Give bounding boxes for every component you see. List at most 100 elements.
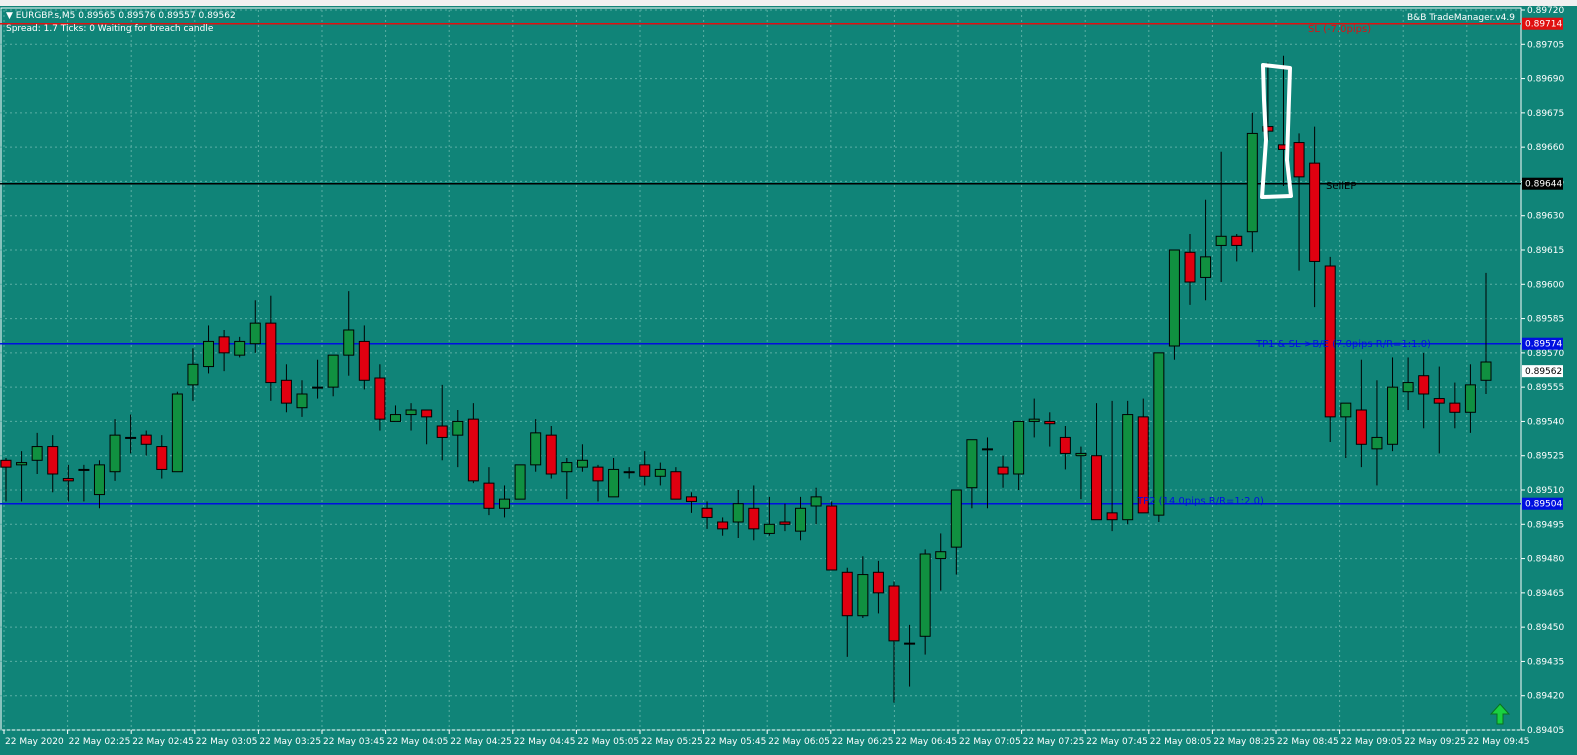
x-tick-label: 22 May 02:25 <box>69 737 131 747</box>
y-tick-label: 0.89720 <box>1527 6 1564 16</box>
candle-body <box>1059 436 1071 454</box>
candle-body <box>1200 256 1212 278</box>
price-chart[interactable]: 0.89720 0.89705 0.89690 0.89675 0.89660 0.896… <box>0 0 1577 755</box>
x-tick-label: 22 May 06:45 <box>895 737 957 747</box>
candle-body <box>795 507 807 532</box>
candle-body <box>1168 249 1180 347</box>
candle-body <box>1246 132 1258 233</box>
candle-body <box>1153 352 1165 516</box>
candle-body <box>156 446 168 470</box>
x-tick-label: 22 May 03:25 <box>259 737 321 747</box>
y-tick-label: 0.89690 <box>1527 75 1564 85</box>
candle-body <box>452 420 464 436</box>
y-tick-label: 0.89540 <box>1527 417 1564 427</box>
candle-body <box>1418 375 1430 395</box>
candle-body <box>1480 361 1492 381</box>
candle-body <box>810 496 822 507</box>
x-tick-label: 22 May 03:05 <box>196 737 258 747</box>
candle-body <box>140 434 152 445</box>
y-tick-label: 0.89660 <box>1527 143 1564 153</box>
x-tick-label: 22 May 05:25 <box>641 737 703 747</box>
y-tick-label: 0.89555 <box>1527 383 1564 393</box>
candle-body <box>31 446 43 461</box>
symbol-info-text: EURGBP.s,M5 0.89565 0.89576 0.89557 0.89… <box>15 11 236 21</box>
y-tick-label: 0.89705 <box>1527 40 1564 50</box>
candle-body <box>966 439 978 489</box>
candle-body <box>935 551 947 560</box>
y-tick-label: 0.89405 <box>1527 726 1564 736</box>
x-tick-label: 22 May 04:05 <box>387 737 449 747</box>
y-tick-label: 0.89450 <box>1527 623 1564 633</box>
candle-body <box>545 434 557 475</box>
candle-body <box>343 329 355 356</box>
dropdown-triangle-icon[interactable]: ▼ <box>6 11 13 21</box>
candle-body <box>499 498 511 509</box>
candle-body <box>1433 398 1445 404</box>
candle-body <box>841 571 853 617</box>
y-tick-label: 0.89480 <box>1527 555 1564 565</box>
candle-body <box>62 478 74 482</box>
x-tick-label: 22 May 08:45 <box>1277 737 1339 747</box>
candle-body <box>1231 235 1243 246</box>
candle-body <box>997 466 1009 475</box>
candle-body <box>0 459 12 468</box>
candle-body <box>203 340 215 368</box>
x-tick-label: 22 May 07:25 <box>1023 737 1085 747</box>
candle-body <box>374 377 386 420</box>
candle-body <box>1013 420 1025 475</box>
y-tick-label: 0.89420 <box>1527 692 1564 702</box>
x-tick-label: 22 May 08:05 <box>1150 737 1212 747</box>
candle-body <box>888 585 900 642</box>
candle-body <box>857 574 869 617</box>
y-tick-label: 0.89600 <box>1527 280 1564 290</box>
candle-body <box>1044 420 1056 425</box>
plot-border <box>0 7 1522 731</box>
candle-body <box>608 468 620 498</box>
candle-body <box>1106 512 1118 521</box>
x-tick-label: 22 May 09:05 <box>1341 737 1403 747</box>
x-tick-label: 22 May 04:25 <box>450 737 512 747</box>
y-tick-label: 0.89525 <box>1527 452 1564 462</box>
x-tick-label: 22 May 05:45 <box>705 737 767 747</box>
green-up-arrow-icon[interactable] <box>1490 703 1510 725</box>
x-tick-label: 22 May 05:05 <box>577 737 639 747</box>
candle-body <box>296 393 308 409</box>
sl-price-tag: 0.89714 <box>1525 20 1562 30</box>
candle-body <box>1371 436 1383 450</box>
x-tick-label: 22 May 06:25 <box>832 737 894 747</box>
tp2-label: TP2 (14.0pips R/R=1:2.0) <box>1137 496 1264 507</box>
candle-body <box>1340 402 1352 418</box>
candle-body <box>358 340 370 381</box>
candle-body <box>1449 402 1461 413</box>
x-tick-label: 22 May 06:05 <box>768 737 830 747</box>
candle-body <box>1215 235 1227 246</box>
candle-body <box>421 409 433 418</box>
candle-body <box>732 503 744 523</box>
candle-body <box>389 414 401 422</box>
candle-body <box>826 505 838 571</box>
candle-body <box>623 471 635 474</box>
toolbar-strip <box>0 0 1577 6</box>
candle-body <box>1464 384 1476 413</box>
candle-body <box>1309 162 1321 262</box>
candle-body <box>763 523 775 534</box>
x-tick-label: 22 May 09:25 <box>1404 737 1466 747</box>
candle-body <box>327 354 339 388</box>
tp1-price-tag: 0.89574 <box>1525 340 1562 350</box>
candle-body <box>530 432 542 466</box>
candle-body <box>1355 409 1367 445</box>
candle-body <box>717 521 729 530</box>
y-tick-label: 0.89435 <box>1527 657 1564 667</box>
ea-name: B&B TradeManager.v4.9 <box>1407 13 1515 23</box>
x-tick-label: 22 May 07:05 <box>959 737 1021 747</box>
candle-body <box>779 521 791 525</box>
candle-body <box>981 448 993 451</box>
candle-body <box>249 322 261 345</box>
y-tick-label: 0.89495 <box>1527 520 1564 530</box>
x-tick-label: 22 May 09:45 <box>1468 737 1530 747</box>
y-tick-label: 0.89615 <box>1527 246 1564 256</box>
candle-body <box>93 464 105 496</box>
y-tick-label: 0.89570 <box>1527 349 1564 359</box>
candle-body <box>670 471 682 500</box>
candle-body <box>872 571 884 594</box>
